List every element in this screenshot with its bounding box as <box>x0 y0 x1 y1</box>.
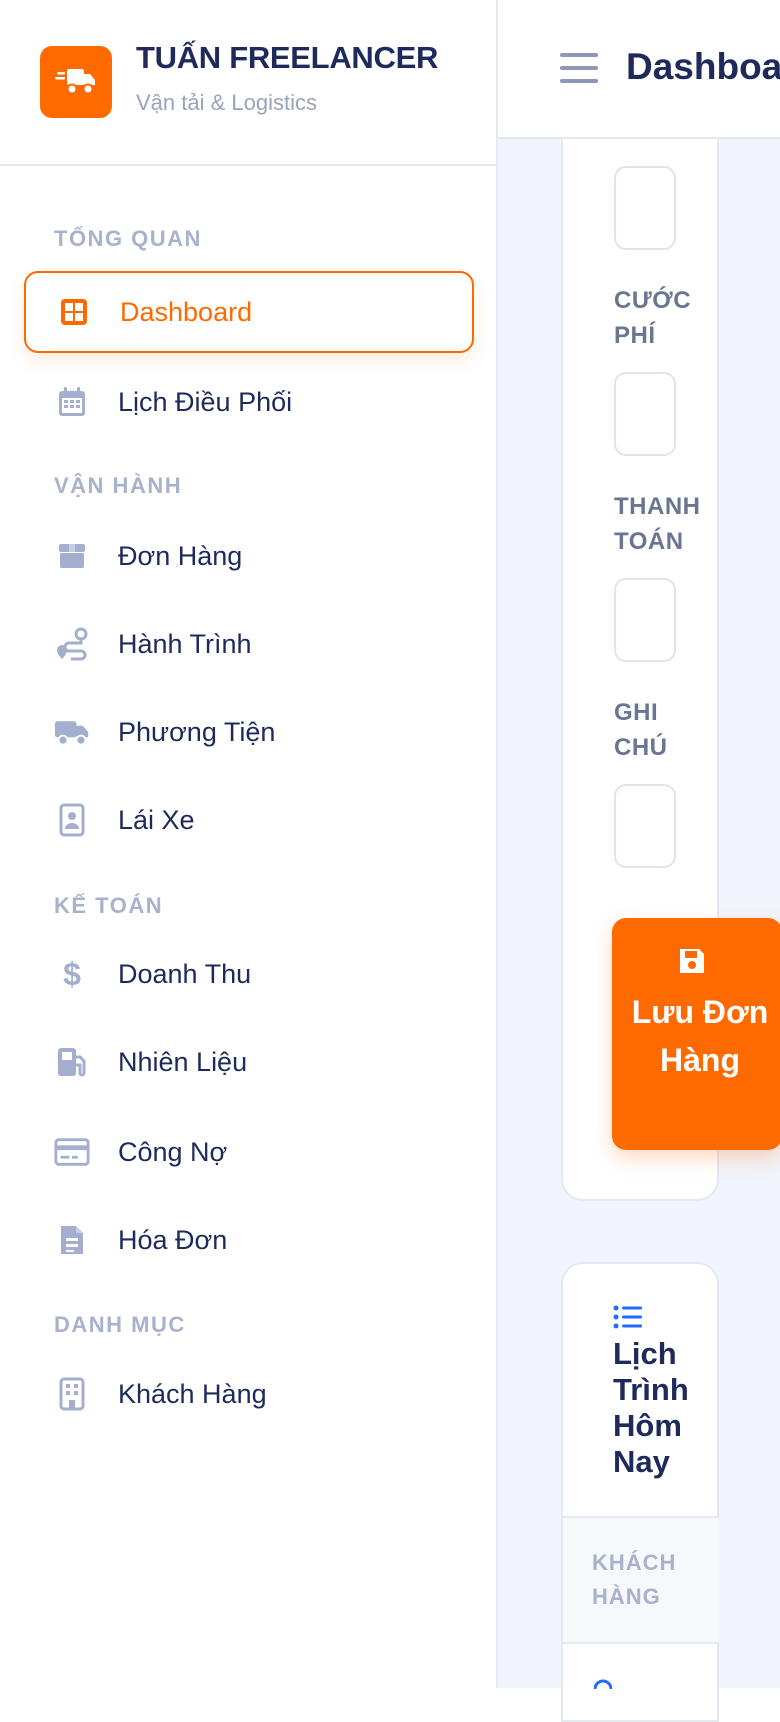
sidebar-item-label: Đơn Hàng <box>118 540 243 571</box>
sidebar-item-fuel[interactable]: Nhiên Liệu <box>24 1021 474 1103</box>
sidebar-item-vehicles[interactable]: Phương Tiện <box>24 691 474 773</box>
id-badge-icon <box>54 802 90 838</box>
sidebar-item-debts[interactable]: Công Nợ <box>24 1111 474 1193</box>
column-header-customer: KHÁCH HÀNG <box>592 1550 677 1609</box>
section-label-operations: VẬN HÀNH <box>54 473 183 498</box>
sidebar-item-dashboard[interactable]: Dashboard <box>24 271 474 353</box>
schedule-title: Lịch Trình Hôm Nay <box>613 1336 689 1479</box>
save-icon <box>677 946 707 981</box>
payment-input[interactable] <box>614 578 676 662</box>
brand-header: TUẤN FREELANCER Vận tải & Logistics <box>0 0 496 166</box>
sidebar-item-label: Hành Trình <box>118 628 252 659</box>
sidebar-item-invoices[interactable]: Hóa Đơn <box>24 1199 474 1281</box>
section-label-overview: TỔNG QUAN <box>54 226 202 251</box>
sidebar-item-label: Lái Xe <box>118 804 195 835</box>
field-input-previous[interactable] <box>614 166 676 250</box>
field-label-note: GHI CHÚ <box>614 699 668 761</box>
dollar-icon: $ <box>54 956 90 992</box>
sidebar-item-revenue[interactable]: $ Doanh Thu <box>24 933 474 1015</box>
fee-input[interactable] <box>614 372 676 456</box>
grid-icon <box>56 294 92 330</box>
field-label-fee: CƯỚC PHÍ <box>614 287 692 349</box>
save-order-label: Lưu Đơn Hàng <box>631 994 769 1078</box>
calendar-icon <box>54 384 90 420</box>
save-order-button[interactable]: Lưu Đơn Hàng <box>612 918 780 1150</box>
sidebar-item-drivers[interactable]: Lái Xe <box>24 779 474 861</box>
sidebar-item-label: Nhiên Liệu <box>118 1046 248 1077</box>
page-title: Dashboard <box>626 46 780 87</box>
sidebar-item-orders[interactable]: Đơn Hàng <box>24 515 474 597</box>
row-avatar-icon <box>593 1676 613 1699</box>
brand-subtitle: Vận tải & Logistics <box>136 90 317 115</box>
sidebar-item-label: Hóa Đơn <box>118 1224 228 1255</box>
sidebar: TUẤN FREELANCER Vận tải & Logistics TỔNG… <box>0 0 498 1688</box>
sidebar-item-label: Khách Hàng <box>118 1378 267 1409</box>
field-label-payment: THANH TOÁN <box>614 493 701 555</box>
box-icon <box>54 538 90 574</box>
svg-text:$: $ <box>63 957 81 991</box>
truck-icon <box>54 714 90 750</box>
section-label-accounting: KẾ TOÁN <box>54 893 164 918</box>
brand-name: TUẤN FREELANCER <box>136 40 439 75</box>
sidebar-item-label: Dashboard <box>120 296 253 327</box>
building-icon <box>54 1376 90 1412</box>
sidebar-item-label: Lịch Điều Phối <box>118 386 293 417</box>
sidebar-item-routes[interactable]: Hành Trình <box>24 603 474 685</box>
note-input[interactable] <box>614 784 676 868</box>
sidebar-item-label: Công Nợ <box>118 1136 228 1167</box>
list-icon <box>613 1305 643 1334</box>
section-label-catalog: DANH MỤC <box>54 1312 186 1337</box>
invoice-icon <box>54 1222 90 1258</box>
sidebar-item-customers[interactable]: Khách Hàng <box>24 1353 474 1435</box>
truck-logo-icon <box>40 46 112 118</box>
menu-toggle-icon[interactable] <box>560 52 598 84</box>
route-icon <box>54 626 90 662</box>
gas-pump-icon <box>54 1044 90 1080</box>
sidebar-item-label: Phương Tiện <box>118 716 276 747</box>
sidebar-item-schedule[interactable]: Lịch Điều Phối <box>24 361 474 443</box>
credit-card-icon <box>54 1134 90 1170</box>
sidebar-item-label: Doanh Thu <box>118 958 252 989</box>
